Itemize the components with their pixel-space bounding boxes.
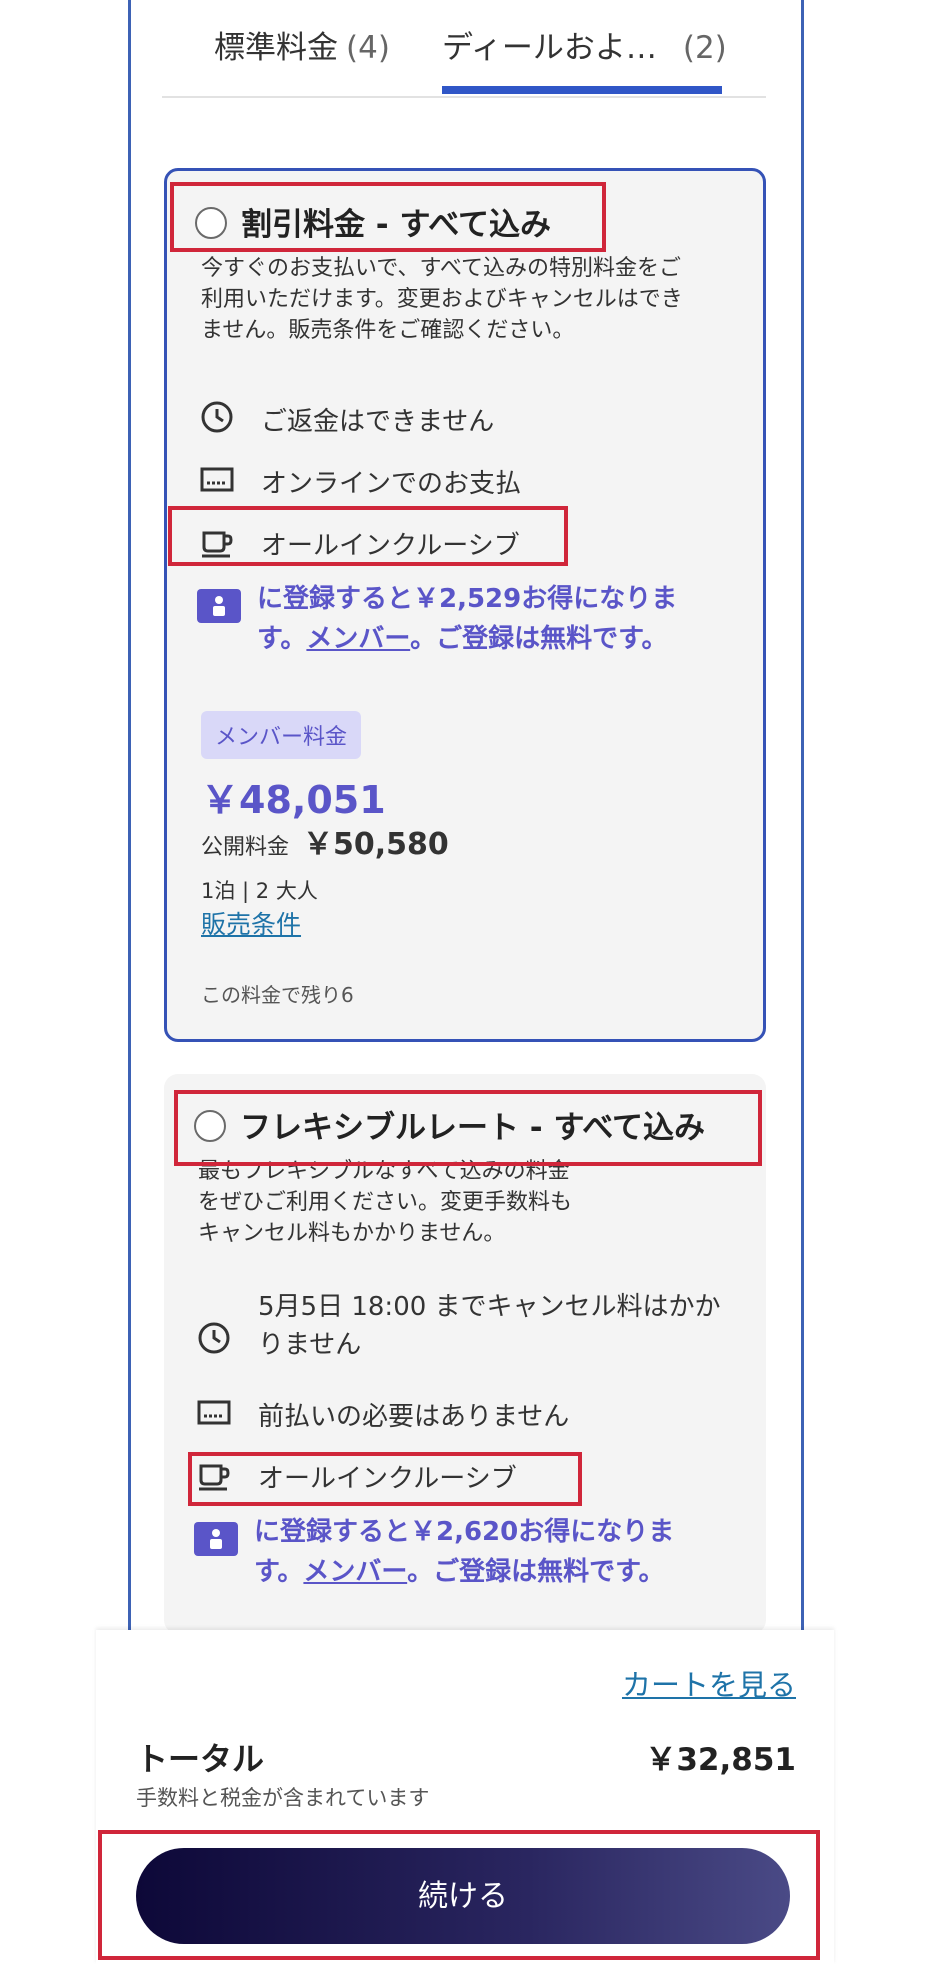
view-cart-link[interactable]: カートを見る	[622, 1662, 796, 1704]
rate-description: 最もフレキシブルなすべて込みの料金をぜひご利用ください。変更手数料もキャンセル料…	[198, 1159, 573, 1246]
member-rate-badge: メンバー料金	[201, 711, 362, 759]
tab-standard-rates[interactable]: 標準料金 (4)	[214, 22, 390, 67]
promo-text: 。ご登録は無料です。	[410, 624, 668, 654]
member-link[interactable]: メンバー	[303, 1557, 407, 1587]
feature-text: ご返金はできません	[261, 407, 495, 437]
highlight-box	[168, 506, 568, 566]
tab-deals[interactable]: ディールおよ… (2)	[442, 22, 727, 67]
feature-text: オンラインでのお支払	[261, 469, 522, 499]
member-icon	[194, 1522, 238, 1556]
rate-card-discount[interactable]: 割引料金 - すべて込み 今すぐのお支払いで、すべて込みの特別料金をご利用いただ…	[164, 168, 766, 1042]
promo-text: に登録すると￥2,529お得になりま	[257, 584, 678, 614]
card-icon	[200, 467, 234, 492]
total-price: ￥32,851	[645, 1742, 796, 1778]
highlight-box	[188, 1452, 582, 1506]
highlight-box	[174, 1090, 762, 1166]
public-price-label: 公開料金	[201, 835, 290, 860]
rate-description: 今すぐのお支払いで、すべて込みの特別料金をご利用いただけます。変更およびキャンセ…	[201, 256, 683, 343]
tab-count: (2)	[682, 30, 727, 66]
rate-tabs: 標準料金 (4) ディールおよ… (2)	[162, 0, 766, 98]
active-tab-indicator	[442, 86, 722, 94]
card-icon	[197, 1400, 231, 1425]
tab-count: (4)	[346, 30, 390, 66]
feature-text: 5月5日 18:00 までキャンセル料はかかりません	[258, 1292, 721, 1360]
promo-text: す。	[257, 624, 307, 654]
promo-text: す。	[254, 1557, 304, 1587]
member-promo: に登録すると￥2,529お得になりま す。メンバー。ご登録は無料です。	[257, 579, 747, 659]
member-link[interactable]: メンバー	[306, 624, 410, 654]
promo-text: 。ご登録は無料です。	[407, 1557, 665, 1587]
tab-label: 標準料金	[214, 30, 338, 66]
highlight-box	[170, 182, 606, 252]
clock-icon	[198, 1322, 230, 1354]
total-subtext: 手数料と税金が含まれています	[136, 1786, 430, 1810]
total-label: トータル	[136, 1740, 265, 1778]
terms-link[interactable]: 販売条件	[201, 905, 301, 941]
tab-label: ディールおよ…	[442, 30, 657, 66]
rooms-remaining: この料金で残り6	[201, 983, 354, 1007]
public-price: ￥50,580	[303, 827, 449, 862]
stay-summary: 1泊 | 2 大人	[201, 879, 318, 903]
feature-text: 前払いの必要はありません	[258, 1402, 570, 1432]
member-icon	[197, 589, 241, 623]
member-promo: に登録すると￥2,620お得になりま す。メンバー。ご登録は無料です。	[254, 1512, 744, 1592]
promo-text: に登録すると￥2,620お得になりま	[254, 1517, 675, 1547]
clock-icon	[201, 401, 233, 433]
highlight-box	[98, 1830, 820, 1960]
member-price: ￥48,051	[201, 778, 386, 822]
